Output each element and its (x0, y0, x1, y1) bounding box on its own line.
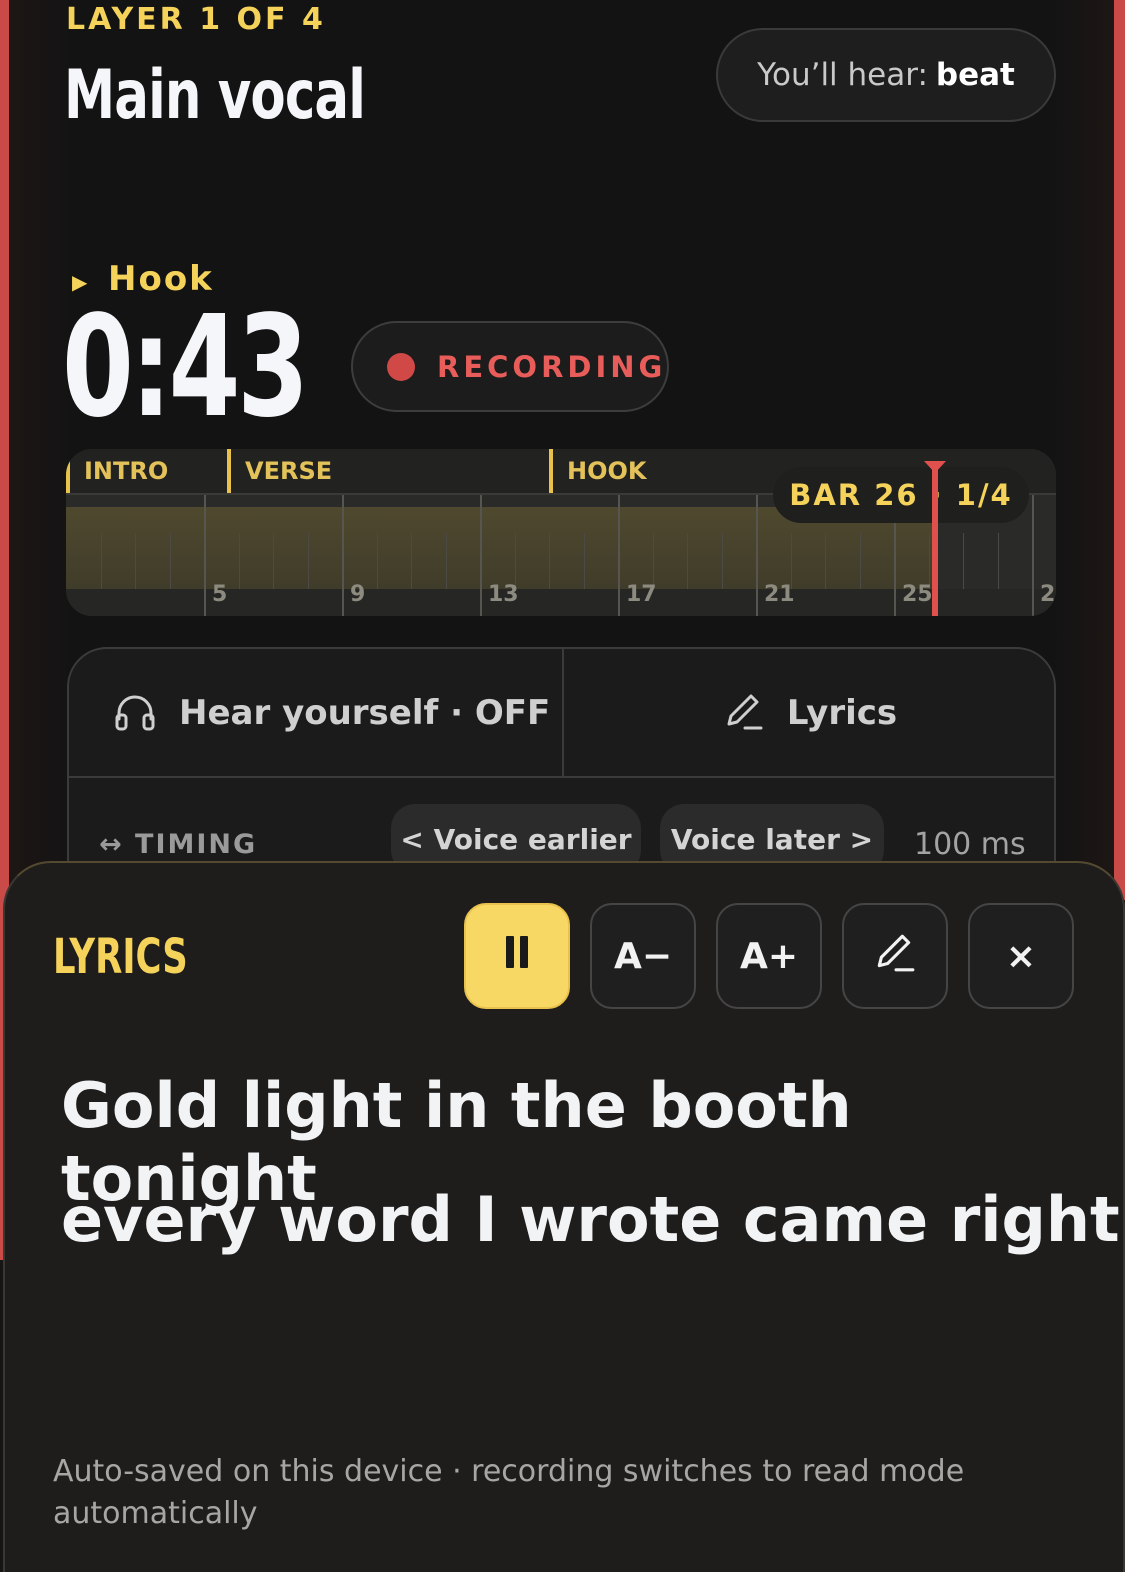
beat-gridline (549, 533, 550, 589)
bar-gridline (756, 495, 758, 616)
beat-gridline (273, 533, 274, 589)
bar-number: 9 (350, 582, 366, 607)
pencil-icon (723, 690, 765, 736)
section-label-intro: INTRO (84, 457, 169, 485)
bar-position-badge: BAR 26 · 1/4 (773, 467, 1029, 523)
lyrics-button-label: Lyrics (786, 692, 898, 733)
font-larger-button[interactable]: A+ (716, 903, 822, 1009)
bar-gridline (342, 495, 344, 616)
pencil-icon (873, 930, 917, 983)
hear-yourself-toggle[interactable]: Hear yourself · OFF (69, 649, 562, 776)
beat-gridline (514, 533, 516, 589)
beat-gridline (928, 533, 930, 589)
edit-lyrics-button[interactable] (842, 903, 948, 1009)
beat-gridline (721, 533, 723, 589)
bar-number: 13 (488, 582, 519, 607)
font-smaller-button[interactable]: A− (590, 903, 696, 1009)
elapsed-time: 0:43 (62, 286, 309, 449)
beat-gridline (376, 533, 378, 589)
bar-gridline (204, 495, 206, 616)
beat-gridline (238, 533, 240, 589)
headphones-icon (113, 689, 157, 737)
hear-yourself-label: Hear yourself · OFF (179, 692, 551, 733)
bar-number: 2 (1040, 582, 1056, 607)
monitor-source-pill[interactable]: You’ll hear: beat (716, 28, 1056, 122)
section-label-verse: VERSE (245, 457, 333, 485)
timeline[interactable]: INTRO VERSE HOOK 5 9 13 17 21 25 2 BAR 2… (66, 449, 1056, 616)
section-label-hook: HOOK (567, 457, 647, 485)
pause-icon (505, 935, 529, 978)
beat-gridline (652, 533, 654, 589)
beat-gridline (859, 533, 861, 589)
beat-gridline (790, 533, 792, 589)
beat-gridline (825, 533, 826, 589)
bar-gridline (480, 495, 482, 616)
beat-gridline (583, 533, 585, 589)
beat-gridline (135, 533, 136, 589)
recording-frame-right (1114, 0, 1125, 900)
lyrics-button[interactable]: Lyrics (564, 649, 1054, 776)
monitor-source-value: beat (935, 57, 1015, 93)
divider (69, 776, 1054, 778)
bar-number: 17 (626, 582, 657, 607)
beat-gridline (997, 533, 999, 589)
lyrics-sheet: LYRICS A− A+ × Gold light in the booth t… (3, 861, 1125, 1572)
beat-gridline (307, 533, 309, 589)
bar-number: 5 (212, 582, 228, 607)
timing-label: ↔ TIMING (99, 829, 258, 860)
recording-status-pill[interactable]: RECORDING (351, 321, 669, 412)
bar-number: 25 (902, 582, 933, 607)
pause-button[interactable] (464, 903, 570, 1009)
close-button[interactable]: × (968, 903, 1074, 1009)
bar-gridline (1032, 495, 1034, 616)
timing-offset-value: 100 ms (914, 827, 1026, 862)
beat-gridline (169, 533, 171, 589)
close-icon: × (1005, 935, 1037, 977)
playhead-handle[interactable] (924, 461, 946, 473)
page-title: Main vocal (64, 56, 366, 135)
beat-gridline (445, 533, 447, 589)
section-marker-intro (66, 449, 70, 493)
section-marker-hook (549, 449, 553, 493)
layer-indicator: LAYER 1 OF 4 (66, 2, 326, 37)
recording-label: RECORDING (437, 349, 667, 384)
record-dot-icon (387, 352, 415, 381)
lyric-line: every word I wrote came right (61, 1183, 1120, 1256)
beat-gridline (100, 533, 102, 589)
bar-number: 21 (764, 582, 795, 607)
monitor-source-prefix: You’ll hear: (757, 57, 928, 93)
beat-gridline (963, 533, 964, 589)
bar-gridline (618, 495, 620, 616)
playhead[interactable] (932, 463, 938, 616)
section-marker-verse (227, 449, 231, 493)
lyrics-sheet-title: LYRICS (53, 929, 188, 985)
beat-gridline (411, 533, 412, 589)
beat-gridline (687, 533, 688, 589)
autosave-note: Auto-saved on this device · recording sw… (53, 1454, 965, 1531)
